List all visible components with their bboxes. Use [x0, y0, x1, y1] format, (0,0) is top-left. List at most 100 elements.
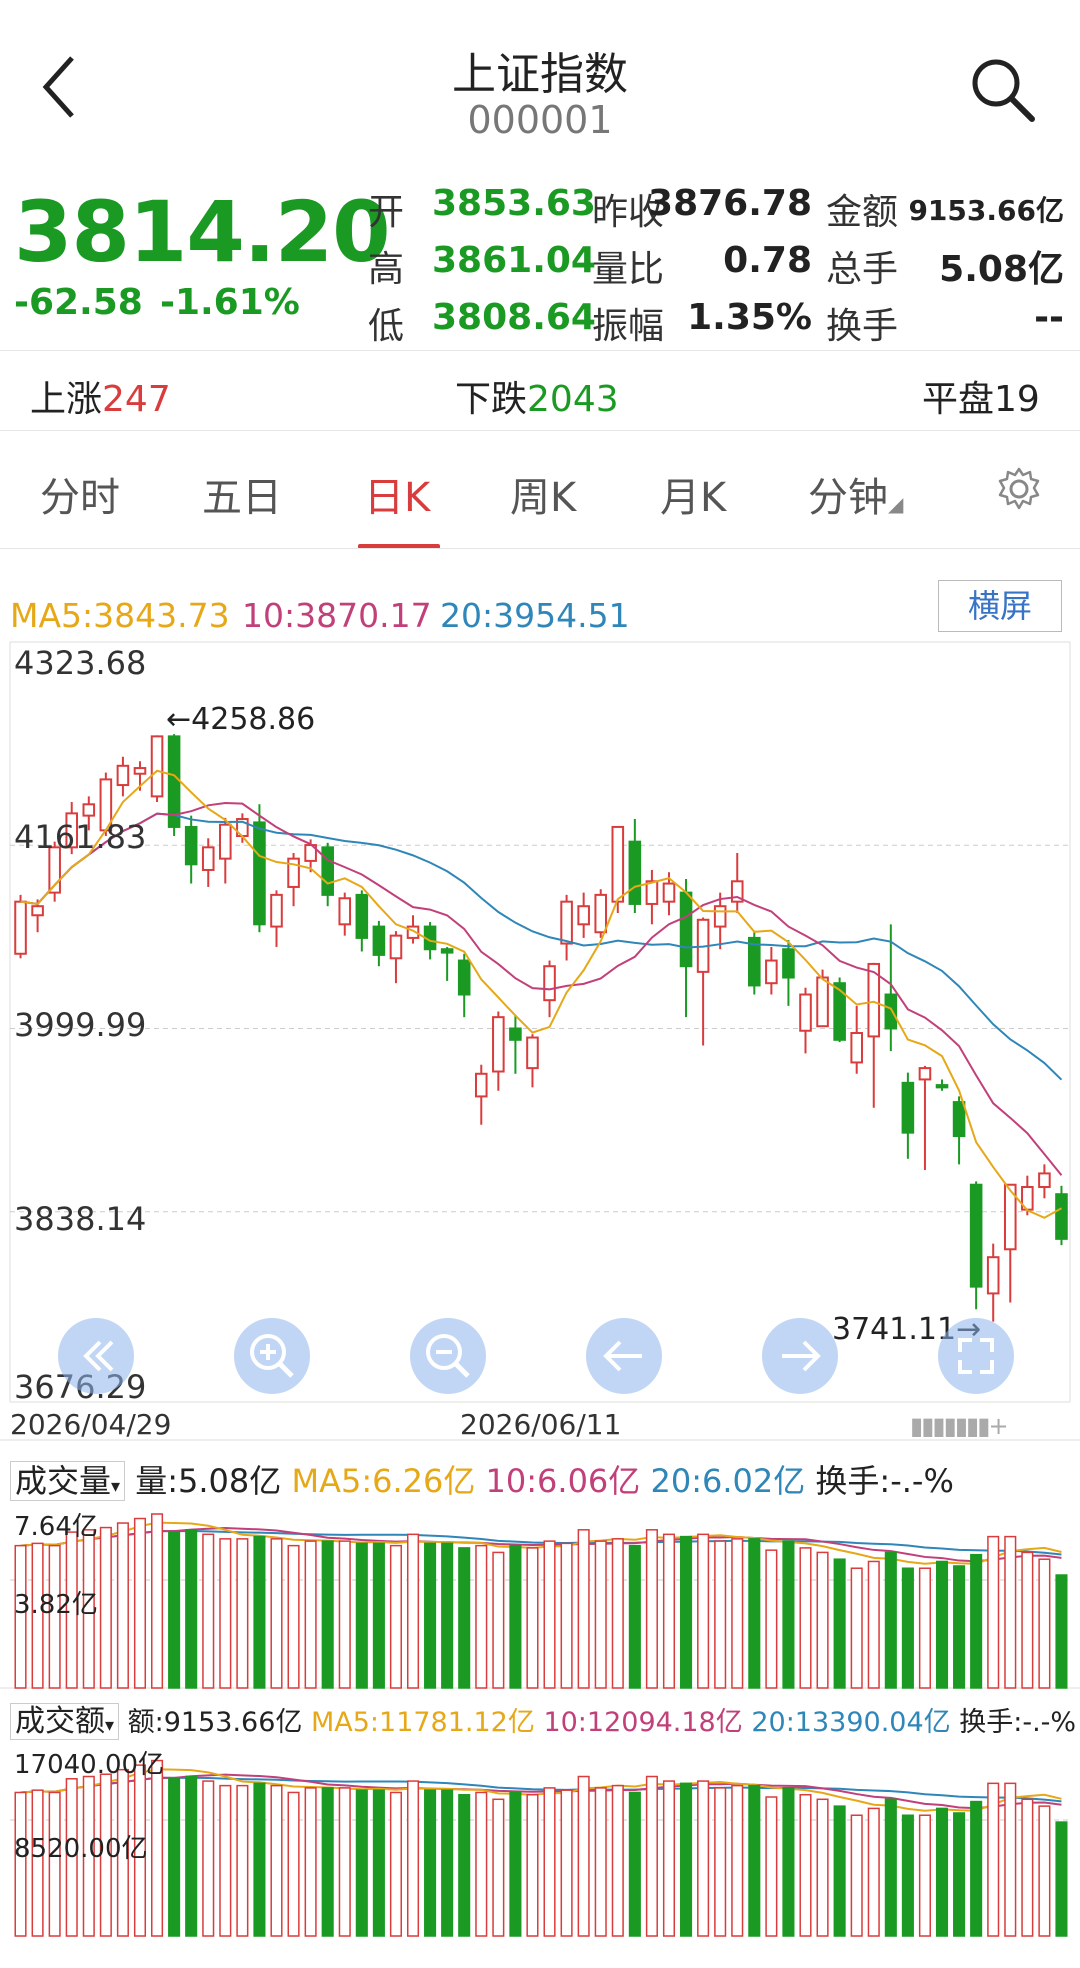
volume-bar — [185, 1529, 198, 1689]
candle-body — [270, 893, 283, 928]
candle-body — [969, 1183, 983, 1288]
candle-body — [782, 948, 795, 979]
amount-bar — [850, 1814, 863, 1937]
arrow-left-icon[interactable] — [586, 1318, 662, 1394]
tab-minute[interactable]: 分钟◢ — [808, 465, 903, 523]
amount-bar — [680, 1782, 693, 1937]
candle-body — [628, 840, 642, 905]
amount-ma5: MA5:11781.12亿 — [310, 1707, 535, 1738]
tab-daily-k[interactable]: 日K — [364, 465, 430, 523]
volume-bar — [577, 1529, 590, 1689]
tab-intraday[interactable]: 分时 — [40, 465, 120, 523]
advancers: 上涨247 — [30, 370, 171, 422]
amount-bar — [731, 1784, 744, 1937]
volume-ma10: 10:6.06亿 — [485, 1462, 641, 1500]
candle-body — [184, 825, 198, 866]
volume-bar — [714, 1540, 727, 1689]
zoom-out-icon[interactable] — [410, 1318, 486, 1394]
stat-label: 换手 — [826, 306, 899, 347]
amount-y-mid: 8520.00亿 — [14, 1834, 148, 1864]
amount-bar — [714, 1787, 727, 1937]
volume-bar — [219, 1538, 232, 1689]
tab-five-day[interactable]: 五日 — [202, 465, 282, 523]
volume-y-top: 7.64亿 — [14, 1512, 98, 1542]
y-label-2: 4161.83 — [14, 818, 147, 856]
volume-bar — [304, 1540, 317, 1689]
amount-bar — [662, 1780, 676, 1937]
volume-bar — [543, 1540, 556, 1689]
candle-body — [389, 934, 403, 960]
candle-body — [14, 900, 27, 955]
search-icon[interactable] — [968, 55, 1038, 125]
candle-body — [321, 846, 334, 896]
volume-bar — [168, 1531, 181, 1689]
scroll-fast-left-icon[interactable] — [58, 1318, 134, 1394]
volume-bar — [748, 1538, 761, 1689]
amount-bar — [935, 1807, 949, 1937]
amount-bar — [577, 1775, 590, 1937]
tab-monthly-k[interactable]: 月K — [660, 465, 726, 523]
amount-menu-label: 成交额 — [15, 1704, 105, 1739]
amount-bar — [1038, 1805, 1051, 1937]
candle-body — [31, 905, 44, 917]
decliners-count: 2043 — [527, 379, 619, 420]
candle-body — [338, 897, 352, 926]
volume-bar — [645, 1529, 658, 1689]
amount-bar — [509, 1791, 522, 1937]
volume-bar — [321, 1540, 334, 1689]
decliners-label: 下跌 — [455, 379, 528, 420]
amount-bar — [475, 1791, 488, 1937]
candle-body — [82, 803, 96, 817]
stat-value: 5.08亿 — [939, 249, 1064, 290]
volume-bar — [782, 1540, 795, 1689]
amount-bar — [697, 1780, 710, 1937]
stat-label: 振幅 — [592, 306, 665, 347]
price-change-pct: -1.61% — [160, 282, 300, 323]
volume-bar — [99, 1526, 112, 1689]
candle-body — [935, 1084, 949, 1089]
candle-body — [253, 821, 266, 926]
volume-bar — [287, 1544, 300, 1689]
unchanged-count: 19 — [994, 379, 1040, 420]
zoom-in-icon[interactable] — [234, 1318, 310, 1394]
stat-label: 量比 — [592, 249, 665, 290]
amount-bar — [628, 1791, 641, 1937]
amount-bar — [304, 1787, 317, 1937]
scroll-indicator[interactable]: ▮▮▮▮▮▮▮+ — [910, 1412, 1009, 1440]
settings-gear-icon[interactable] — [996, 466, 1042, 512]
page-title: 上证指数 — [452, 49, 628, 100]
candle-body — [713, 905, 727, 928]
amount-bar — [526, 1793, 539, 1937]
amount-bar — [253, 1782, 266, 1937]
volume-bar — [560, 1542, 573, 1689]
stat-value: 0.78 — [723, 240, 812, 281]
amount-bar — [219, 1784, 232, 1937]
x-label-mid: 2026/06/11 — [460, 1408, 622, 1441]
tab-weekly-k[interactable]: 周K — [510, 465, 576, 523]
stat-value: 3876.78 — [648, 183, 812, 224]
amount-bar — [389, 1791, 402, 1937]
caret-down-icon: ▾ — [111, 1476, 121, 1497]
landscape-button[interactable]: 横屏 — [938, 580, 1062, 632]
candle-body — [611, 825, 625, 903]
volume-bar — [662, 1533, 676, 1689]
volume-bar — [1038, 1558, 1051, 1689]
candle-body — [492, 1016, 505, 1073]
amount-menu[interactable]: 成交额▾ — [10, 1703, 120, 1740]
amount-value: 额:9153.66亿 — [127, 1707, 303, 1738]
amount-bar — [645, 1775, 658, 1937]
volume-bar — [338, 1540, 351, 1689]
candle-body — [474, 1072, 488, 1098]
volume-header: 成交量▾ 量:5.08亿 MA5:6.26亿 10:6.06亿 20:6.02亿… — [10, 1456, 954, 1502]
arrow-right-icon[interactable] — [762, 1318, 838, 1394]
fullscreen-icon[interactable] — [938, 1318, 1014, 1394]
amount-bar — [816, 1798, 829, 1937]
stat-value: 3861.04 — [432, 240, 596, 281]
amount-bar — [355, 1789, 368, 1937]
amount-ma10: 10:12094.18亿 — [543, 1707, 743, 1738]
stat-value: 3853.63 — [432, 183, 596, 224]
unchanged: 平盘19 — [922, 370, 1040, 422]
ma10-legend: 10:3870.17 — [242, 596, 432, 635]
volume-menu[interactable]: 成交量▾ — [10, 1461, 126, 1501]
amount-bar — [458, 1793, 471, 1937]
